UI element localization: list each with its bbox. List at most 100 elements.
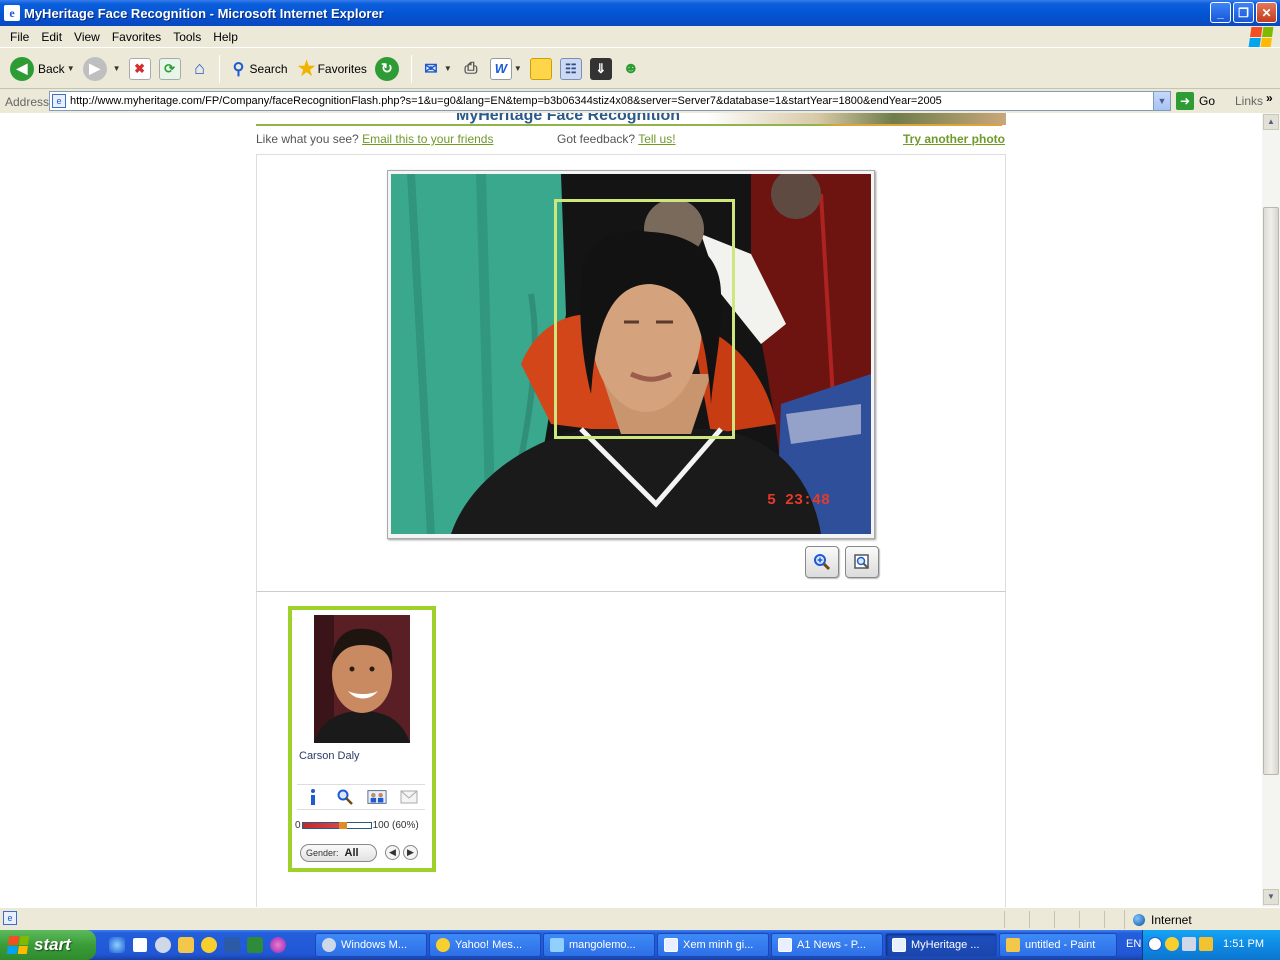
word-quicklaunch-icon[interactable] [224, 937, 240, 953]
taskbar-item-myheritage[interactable]: MyHeritage ... [885, 933, 997, 957]
taskbar-item-xem-minh[interactable]: Xem minh gi... [657, 933, 769, 957]
mail-dropdown-icon[interactable]: ▼ [444, 64, 452, 73]
back-dropdown-icon[interactable]: ▼ [67, 64, 75, 73]
forward-dropdown-icon[interactable]: ▼ [113, 64, 121, 73]
match-card[interactable]: Carson Daly 0 100 (60%) Gender: All ◀ ▶ [288, 606, 436, 872]
scroll-up-button[interactable]: ▲ [1263, 114, 1279, 130]
menu-bar: File Edit View Favorites Tools Help [0, 26, 1280, 48]
menu-tools[interactable]: Tools [167, 30, 207, 44]
toolbar-separator [410, 54, 412, 83]
yahoo-messenger-quicklaunch-icon[interactable] [201, 937, 217, 953]
photo-frame: 5 23:48 [387, 170, 875, 539]
celebrity-portrait-image [314, 615, 410, 743]
yahoo-tray-icon[interactable] [1165, 937, 1179, 951]
maximize-button[interactable]: ❐ [1233, 2, 1254, 23]
match-portrait[interactable] [314, 615, 410, 743]
next-match-button[interactable]: ▶ [403, 845, 418, 860]
taskbar-item-a1-news[interactable]: A1 News - P... [771, 933, 883, 957]
ie-page-icon [892, 938, 906, 952]
mail-button[interactable]: ✉ ▼ [416, 53, 456, 85]
taskbar-item-paint[interactable]: untitled - Paint [999, 933, 1117, 957]
printer-icon: ⎙ [464, 59, 478, 77]
refresh-button[interactable]: ⟳ [155, 53, 185, 85]
scroll-down-button[interactable]: ▼ [1263, 889, 1279, 905]
language-indicator[interactable]: EN [1126, 938, 1141, 950]
folder-quicklaunch-icon[interactable] [178, 937, 194, 953]
gender-label: Gender: [306, 848, 339, 858]
address-input[interactable]: e http://www.myheritage.com/FP/Company/f… [49, 91, 1171, 111]
zoom-in-button[interactable] [805, 546, 839, 578]
task-label: mangolemo... [569, 939, 636, 951]
page-banner: MyHeritage Face Recognition [256, 113, 1006, 127]
home-button[interactable]: ⌂ [185, 53, 215, 85]
history-button[interactable]: ↻ [371, 53, 407, 85]
task-label: Windows M... [341, 939, 408, 951]
compare-faces-icon [367, 790, 387, 804]
messenger-icon: ☻ [622, 59, 640, 77]
meter-min-label: 0 [295, 820, 301, 831]
research-icon: ☷ [559, 57, 582, 80]
fit-view-button[interactable] [845, 546, 879, 578]
start-button[interactable]: start [0, 930, 96, 960]
match-name[interactable]: Carson Daly [299, 750, 360, 762]
share-row: Like what you see? Email this to your fr… [256, 132, 1006, 150]
scroll-thumb[interactable] [1263, 207, 1279, 775]
excel-quicklaunch-icon[interactable] [247, 937, 263, 953]
media-player-quicklaunch-icon[interactable] [155, 937, 171, 953]
search-button[interactable]: ⚲ Search [224, 53, 292, 85]
messenger-button[interactable]: ☻ [616, 53, 646, 85]
address-dropdown-icon[interactable]: ▼ [1153, 92, 1170, 110]
previous-match-button[interactable]: ◀ [385, 845, 400, 860]
ie-page-icon [664, 938, 678, 952]
favorites-button[interactable]: ★ Favorites [292, 53, 371, 85]
print-button[interactable]: ⎙ [456, 53, 486, 85]
back-label: Back [38, 61, 65, 76]
back-button[interactable]: ◀ Back ▼ [6, 53, 79, 85]
menu-help[interactable]: Help [207, 30, 244, 44]
feedback-prompt: Got feedback? [557, 132, 636, 146]
security-shield-icon[interactable] [1199, 937, 1213, 951]
email-friends-link[interactable]: Email this to your friends [362, 132, 493, 146]
meter-max-label: 100 (60%) [372, 820, 419, 831]
window-title-bar[interactable]: e MyHeritage Face Recognition - Microsof… [0, 0, 1280, 26]
toolbar-plugin-button[interactable]: ⇓ [586, 53, 616, 85]
clock[interactable]: 1:51 PM [1223, 938, 1264, 950]
discuss-button[interactable] [526, 53, 556, 85]
links-button[interactable]: Links [1235, 94, 1263, 108]
zoom-in-icon [814, 554, 831, 571]
internet-globe-icon [1133, 913, 1145, 926]
outlook-quicklaunch-icon[interactable] [132, 937, 148, 953]
email-match-button[interactable] [399, 788, 419, 806]
tray-expand-icon[interactable] [1148, 937, 1162, 951]
taskbar-item-windows-media[interactable]: Windows M... [315, 933, 427, 957]
edit-button[interactable]: W ▼ [486, 53, 526, 85]
menu-file[interactable]: File [4, 30, 35, 44]
magnify-button[interactable] [335, 788, 355, 806]
menu-edit[interactable]: Edit [35, 30, 68, 44]
address-url[interactable]: http://www.myheritage.com/FP/Company/fac… [70, 95, 942, 107]
compare-faces-button[interactable] [367, 788, 387, 806]
minimize-button[interactable]: _ [1210, 2, 1231, 23]
menu-view[interactable]: View [68, 30, 106, 44]
go-button[interactable]: ➜ Go [1176, 92, 1215, 110]
research-button[interactable]: ☷ [556, 53, 586, 85]
msn-quicklaunch-icon[interactable] [270, 937, 286, 953]
taskbar-item-yahoo-messenger[interactable]: Yahoo! Mes... [429, 933, 541, 957]
gender-filter[interactable]: Gender: All [300, 844, 377, 862]
search-label: Search [249, 61, 288, 76]
ie-quicklaunch-icon[interactable] [109, 937, 125, 953]
edit-dropdown-icon[interactable]: ▼ [514, 64, 522, 73]
plugin-icon: ⇓ [589, 57, 612, 80]
menu-favorites[interactable]: Favorites [106, 30, 167, 44]
try-another-photo-link[interactable]: Try another photo [903, 132, 1005, 146]
tell-us-link[interactable]: Tell us! [638, 132, 675, 146]
stop-button[interactable]: ✖ [125, 53, 155, 85]
forward-button[interactable]: ▶ ▼ [79, 53, 125, 85]
close-button[interactable]: ✕ [1256, 2, 1277, 23]
info-button[interactable] [303, 788, 323, 806]
toolbar-chevron-icon[interactable]: » [1266, 91, 1273, 105]
vertical-scrollbar[interactable]: ▲ ▼ [1262, 113, 1280, 907]
taskbar-item-mangolemo[interactable]: mangolemo... [543, 933, 655, 957]
detected-face-box[interactable] [554, 199, 735, 439]
network-tray-icon[interactable] [1182, 937, 1196, 951]
